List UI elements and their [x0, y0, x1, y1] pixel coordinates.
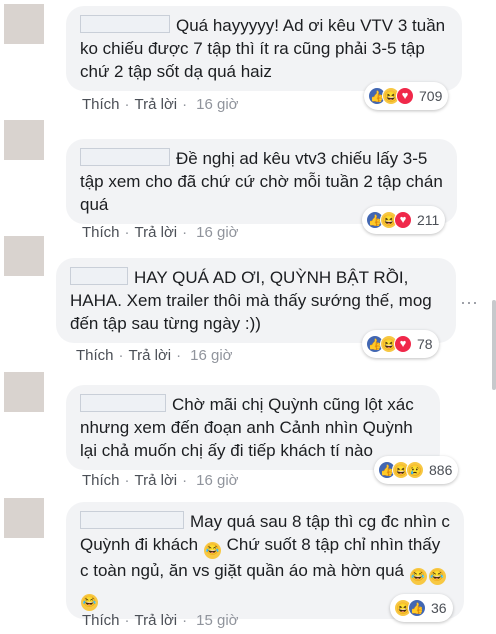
grinning-emoji-icon: 😂	[428, 568, 446, 585]
avatar[interactable]	[4, 236, 44, 276]
love-icon: ♥	[394, 335, 412, 353]
reply-link[interactable]: Trả lời	[135, 612, 178, 629]
redacted-name[interactable]	[70, 267, 128, 285]
like-link[interactable]: Thích	[82, 472, 120, 489]
like-icon: 👍	[408, 599, 426, 617]
separator: ·	[124, 472, 130, 489]
comment-actions: Thích · Trả lời · 16 giờ	[82, 224, 239, 241]
reaction-summary[interactable]: 👍 😆 😢 886	[374, 456, 459, 484]
reply-link[interactable]: Trả lời	[135, 472, 178, 489]
separator: ·	[182, 96, 188, 113]
grinning-emoji-icon: 😂	[203, 542, 221, 559]
separator: ·	[118, 347, 124, 364]
separator: ·	[124, 612, 130, 629]
separator: ·	[124, 224, 130, 241]
scrollbar[interactable]	[492, 300, 496, 390]
avatar[interactable]	[4, 120, 44, 160]
separator: ·	[124, 96, 130, 113]
redacted-name[interactable]	[80, 394, 166, 412]
like-link[interactable]: Thích	[82, 224, 120, 241]
avatar[interactable]	[4, 372, 44, 412]
timestamp[interactable]: 15 giờ	[196, 612, 238, 629]
comment-actions: Thích · Trả lời · 16 giờ	[82, 96, 239, 113]
comment-actions: Thích · Trả lời · 15 giờ	[82, 612, 239, 629]
redacted-name[interactable]	[80, 148, 170, 166]
timestamp[interactable]: 16 giờ	[196, 224, 238, 241]
redacted-name[interactable]	[80, 511, 184, 529]
redacted-name[interactable]	[80, 15, 170, 33]
separator: ·	[182, 612, 188, 629]
sad-icon: 😢	[406, 461, 424, 479]
timestamp[interactable]: 16 giờ	[190, 347, 232, 364]
comment-actions: Thích · Trả lời · 16 giờ	[76, 347, 233, 364]
love-icon: ♥	[394, 211, 412, 229]
timestamp[interactable]: 16 giờ	[196, 96, 238, 113]
comment-actions: Thích · Trả lời · 16 giờ	[82, 472, 239, 489]
reply-link[interactable]: Trả lời	[135, 96, 178, 113]
avatar[interactable]	[4, 4, 44, 44]
grinning-emoji-icon: 😂	[81, 594, 98, 611]
separator: ·	[182, 224, 188, 241]
reaction-summary[interactable]: 👍 😆 ♥ 211	[362, 206, 446, 234]
reaction-count: 78	[417, 336, 433, 352]
more-options-icon[interactable]: ···	[460, 292, 478, 313]
like-link[interactable]: Thích	[76, 347, 114, 364]
like-link[interactable]: Thích	[82, 612, 120, 629]
reaction-summary[interactable]: 👍 😆 ♥ 78	[362, 330, 439, 358]
timestamp[interactable]: 16 giờ	[196, 472, 238, 489]
reaction-count: 36	[431, 600, 447, 616]
comment-bubble: Quá hayyyyy! Ad ơi kêu VTV 3 tuần ko chi…	[66, 6, 462, 91]
separator: ·	[182, 472, 188, 489]
reply-link[interactable]: Trả lời	[129, 347, 172, 364]
love-icon: ♥	[396, 87, 414, 105]
separator: ·	[176, 347, 182, 364]
reaction-count: 211	[417, 212, 440, 228]
reply-link[interactable]: Trả lời	[135, 224, 178, 241]
reaction-count: 709	[419, 88, 443, 104]
reaction-summary[interactable]: 😆 👍 36	[390, 594, 453, 622]
like-link[interactable]: Thích	[82, 96, 120, 113]
avatar[interactable]	[4, 498, 44, 538]
reaction-summary[interactable]: 👍 😆 ♥ 709	[364, 82, 449, 110]
grinning-emoji-icon: 😂	[409, 568, 427, 585]
reaction-count: 886	[429, 462, 453, 478]
